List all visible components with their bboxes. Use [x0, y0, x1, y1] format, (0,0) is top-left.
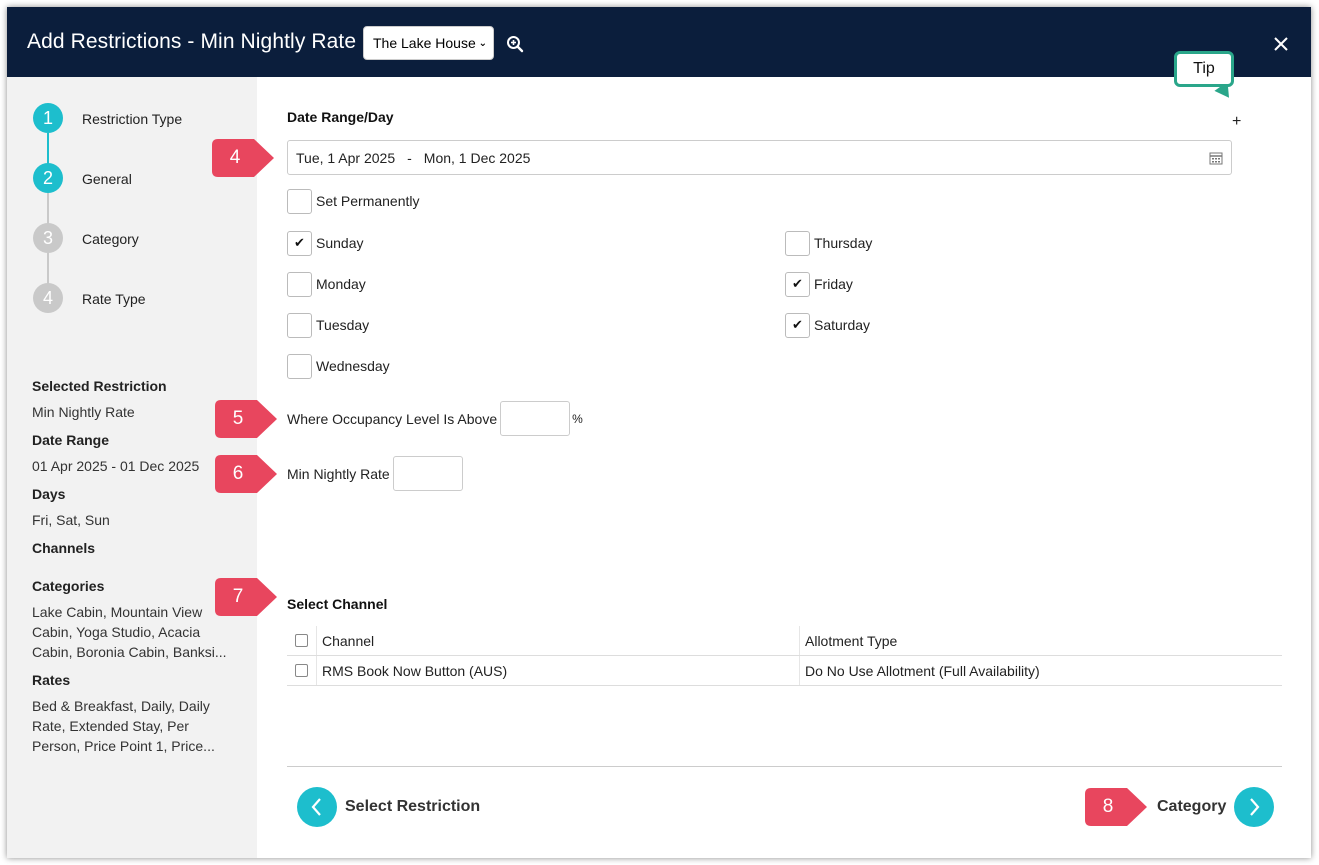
date-separator: -: [407, 149, 412, 166]
property-select-value: The Lake House: [373, 35, 476, 51]
callout-6: 6: [215, 453, 279, 495]
next-button[interactable]: Category: [1157, 787, 1275, 827]
callout-8: 8: [1085, 786, 1149, 828]
summary-heading: Selected Restriction: [32, 378, 167, 394]
add-restrictions-modal: Add Restrictions - Min Nightly Rate The …: [7, 7, 1311, 858]
date-range-label: Date Range/Day: [287, 109, 394, 125]
table-row[interactable]: RMS Book Now Button (AUS) Do No Use Allo…: [287, 656, 1282, 686]
checkbox-box[interactable]: [287, 188, 312, 214]
date-start: Tue, 1 Apr 2025: [296, 149, 396, 166]
check-icon: ✔: [792, 276, 803, 291]
percent-unit: %: [572, 411, 583, 426]
day-checkbox-sunday[interactable]: ✔ Sunday: [287, 230, 363, 256]
select-all-checkbox[interactable]: [295, 634, 308, 647]
selection-summary: Selected Restriction Min Nightly Rate Da…: [32, 378, 237, 766]
step-number: 4: [33, 283, 63, 313]
checkbox-box[interactable]: [287, 312, 312, 338]
min-rate-row: Min Nightly Rate: [287, 456, 465, 491]
occupancy-row: Where Occupancy Level Is Above %: [287, 401, 583, 436]
check-icon: ✔: [294, 235, 305, 250]
modal-header: Add Restrictions - Min Nightly Rate The …: [7, 7, 1311, 77]
checkbox-box[interactable]: ✔: [287, 230, 312, 256]
set-permanently-checkbox[interactable]: Set Permanently: [287, 188, 420, 214]
allotment-cell: Do No Use Allotment (Full Availability): [805, 662, 1040, 679]
summary-value: Fri, Sat, Sun: [32, 512, 110, 528]
chevron-down-icon: ⌄: [478, 37, 487, 49]
table-header-row: Channel Allotment Type: [287, 626, 1282, 656]
callout-4: 4: [212, 137, 276, 179]
step-label: Restriction Type: [82, 111, 183, 127]
select-channel-label: Select Channel: [287, 596, 388, 612]
next-button-label: Category: [1157, 798, 1227, 815]
column-header-allotment: Allotment Type: [805, 632, 898, 649]
callout-5: 5: [215, 398, 279, 440]
zoom-in-icon[interactable]: [506, 35, 524, 53]
footer-divider: [287, 766, 1282, 767]
chevron-left-icon: [297, 787, 337, 827]
chevron-right-icon: [1234, 787, 1275, 827]
summary-heading: Categories: [32, 578, 105, 594]
checkbox-label: Saturday: [814, 317, 871, 333]
back-button-label: Select Restriction: [345, 798, 481, 815]
plus-icon[interactable]: +: [1232, 113, 1241, 131]
modal-title: Add Restrictions - Min Nightly Rate: [27, 30, 357, 53]
checkbox-box[interactable]: [287, 271, 312, 297]
row-checkbox-cell: [287, 656, 317, 685]
callout-7: 7: [215, 576, 279, 618]
calendar-icon[interactable]: [1209, 151, 1223, 165]
checkbox-box[interactable]: [785, 230, 810, 256]
row-checkbox[interactable]: [295, 664, 308, 677]
checkbox-label: Friday: [814, 276, 853, 292]
back-button[interactable]: Select Restriction: [297, 787, 480, 827]
summary-heading: Rates: [32, 672, 71, 688]
step-connector: [47, 193, 49, 227]
summary-value: Bed & Breakfast, Daily, Daily Rate, Exte…: [32, 698, 215, 754]
summary-heading: Days: [32, 486, 66, 502]
summary-heading: Channels: [32, 540, 96, 556]
min-rate-input[interactable]: [392, 456, 463, 491]
checkbox-label: Set Permanently: [316, 193, 420, 209]
step-connector: [47, 253, 49, 287]
property-select[interactable]: The Lake House ⌄: [363, 26, 494, 60]
checkbox-label: Tuesday: [316, 317, 370, 333]
step-connector: [47, 133, 49, 167]
step-number: 3: [33, 223, 63, 253]
day-checkbox-friday[interactable]: ✔ Friday: [785, 271, 853, 297]
step-label: General: [82, 171, 132, 187]
check-icon: ✔: [792, 317, 803, 332]
checkbox-box[interactable]: [287, 353, 312, 379]
min-rate-label: Min Nightly Rate: [287, 465, 390, 482]
tip-bubble: Tip: [1174, 51, 1234, 87]
step-number: 1: [33, 103, 63, 133]
channel-table: Channel Allotment Type RMS Book Now Butt…: [287, 626, 1282, 686]
column-header-channel: Channel: [317, 626, 800, 655]
checkbox-label: Monday: [316, 276, 366, 292]
restriction-form: Tip + Date Range/Day Tue, 1 Apr 2025 - M…: [257, 51, 1311, 858]
step-label: Category: [82, 231, 139, 247]
summary-value: 01 Apr 2025 - 01 Dec 2025: [32, 458, 200, 474]
date-end: Mon, 1 Dec 2025: [423, 149, 531, 166]
day-checkbox-tuesday[interactable]: Tuesday: [287, 312, 369, 338]
summary-value: Lake Cabin, Mountain View Cabin, Yoga St…: [32, 604, 227, 660]
date-range-input[interactable]: Tue, 1 Apr 2025 - Mon, 1 Dec 2025: [287, 140, 1232, 175]
channel-cell: RMS Book Now Button (AUS): [317, 656, 800, 685]
checkbox-label: Thursday: [814, 235, 873, 251]
occupancy-input[interactable]: [500, 401, 571, 436]
step-number: 2: [33, 163, 63, 193]
checkbox-label: Sunday: [316, 235, 364, 251]
select-all-cell: [287, 626, 317, 655]
occupancy-label: Where Occupancy Level Is Above: [287, 410, 498, 427]
day-checkbox-thursday[interactable]: Thursday: [785, 230, 872, 256]
close-icon[interactable]: [1272, 35, 1290, 53]
summary-value: Min Nightly Rate: [32, 404, 135, 420]
checkbox-box[interactable]: ✔: [785, 312, 810, 338]
day-checkbox-wednesday[interactable]: Wednesday: [287, 353, 390, 379]
checkbox-label: Wednesday: [316, 358, 390, 374]
day-checkbox-saturday[interactable]: ✔ Saturday: [785, 312, 870, 338]
day-checkbox-monday[interactable]: Monday: [287, 271, 366, 297]
checkbox-box[interactable]: ✔: [785, 271, 810, 297]
step-label: Rate Type: [82, 291, 146, 307]
summary-heading: Date Range: [32, 432, 110, 448]
